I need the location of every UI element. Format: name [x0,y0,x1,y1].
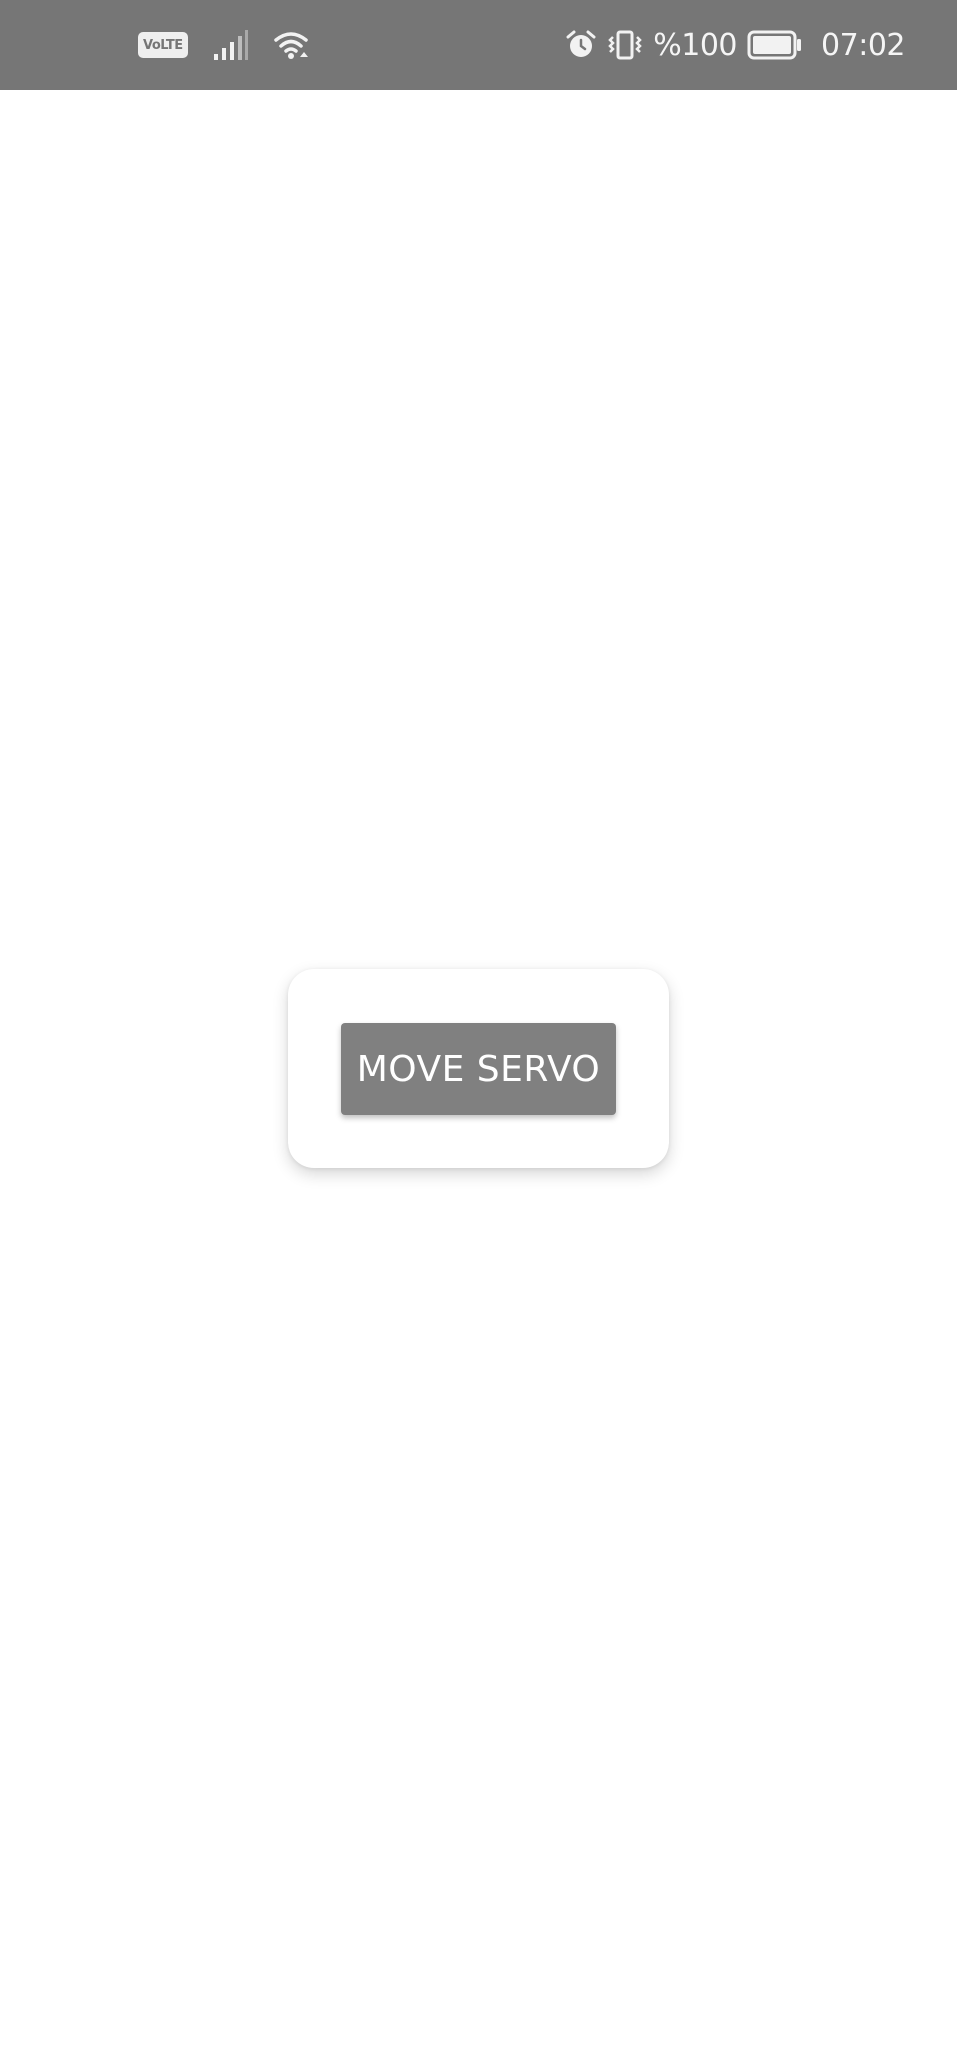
status-time: 07:02 [821,27,905,63]
battery-percent: %100 [653,27,738,63]
volte-icon: VoLTE [138,32,188,58]
alarm-icon [565,29,597,61]
move-servo-button[interactable]: MOVE SERVO [341,1023,616,1115]
status-bar: VoLTE %100 07:02 [0,0,957,90]
main-content: MOVE SERVO [0,90,957,2048]
vibrate-icon [607,29,643,61]
wifi-icon [273,30,310,60]
status-bar-right: %100 07:02 [565,0,905,90]
battery-icon [747,30,803,60]
app-screen: VoLTE %100 07:02 MOVE SERVO [0,0,957,2048]
control-card: MOVE SERVO [288,969,669,1168]
signal-icon [213,30,248,60]
status-bar-left: VoLTE [138,0,310,90]
